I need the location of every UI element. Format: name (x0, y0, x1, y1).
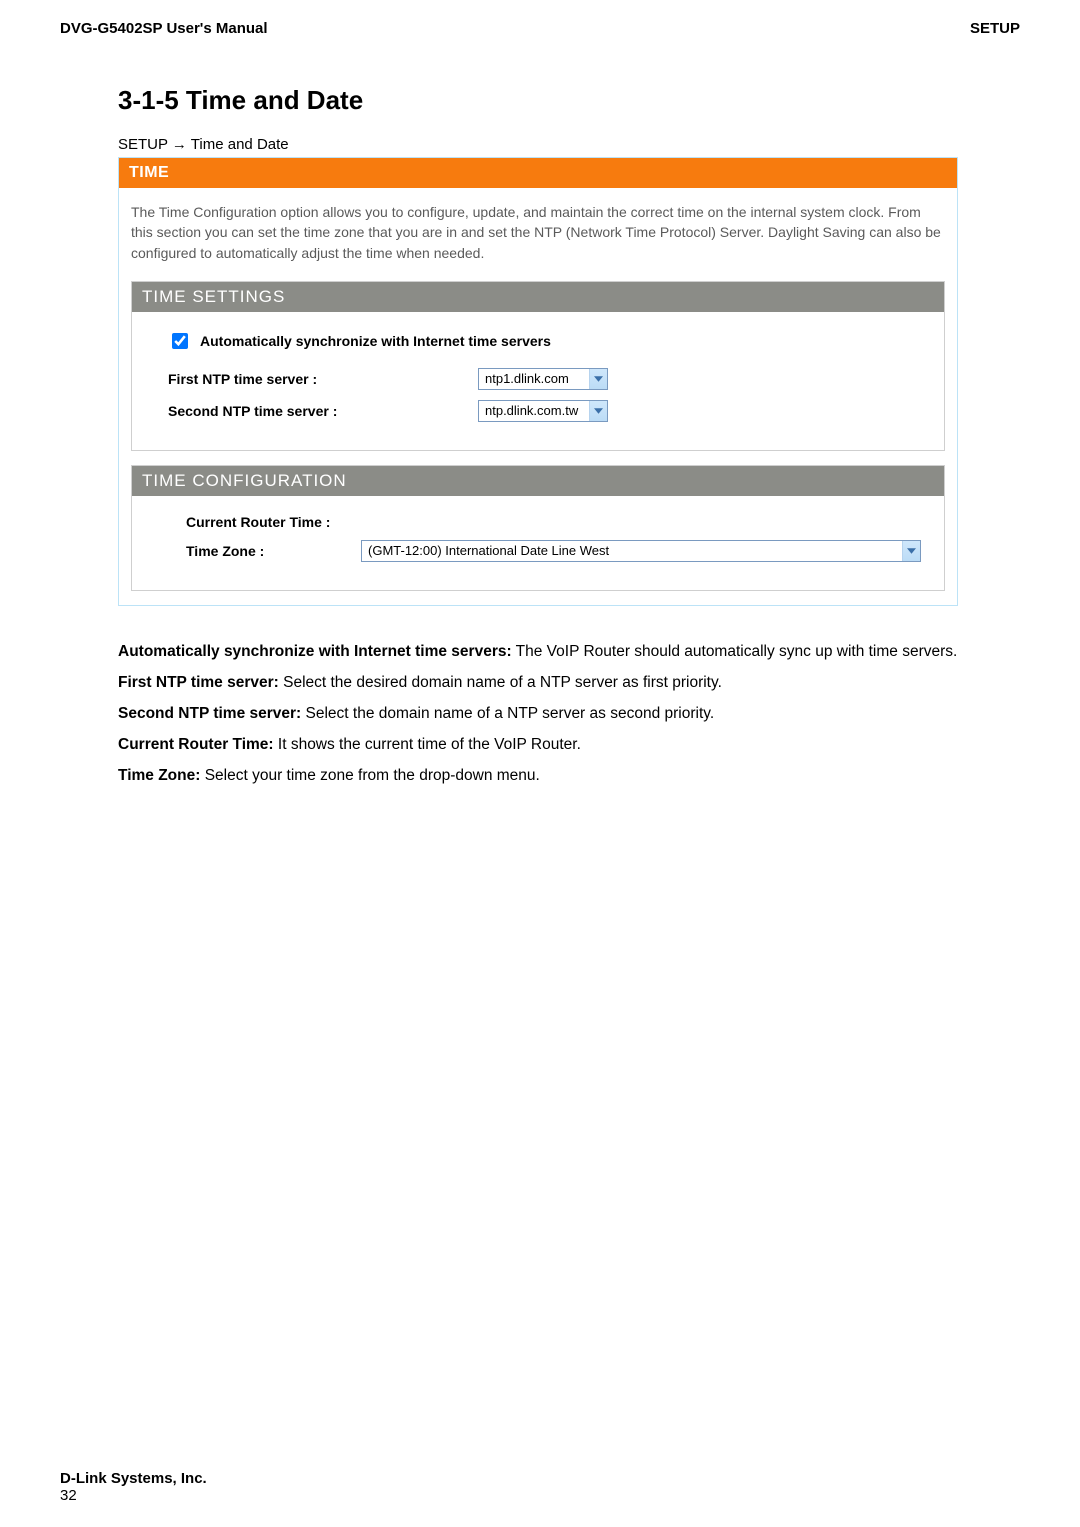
section-label: SETUP (970, 20, 1020, 37)
section-heading: 3-1-5 Time and Date (118, 85, 1020, 116)
first-ntp-label: First NTP time server : (168, 371, 478, 387)
footer-page-number: 32 (60, 1487, 207, 1504)
chevron-down-icon (589, 369, 607, 389)
time-config-title: TIME CONFIGURATION (132, 466, 944, 496)
time-configuration-subpanel: TIME CONFIGURATION Current Router Time :… (131, 465, 945, 591)
time-panel: TIME The Time Configuration option allow… (118, 157, 958, 606)
first-ntp-select[interactable]: ntp1.dlink.com (478, 368, 608, 390)
auto-sync-label: Automatically synchronize with Internet … (200, 333, 551, 349)
breadcrumb: SETUP → Time and Date (118, 136, 1020, 153)
manual-title: DVG-G5402SP User's Manual (60, 20, 268, 37)
first-ntp-value: ntp1.dlink.com (479, 369, 589, 389)
p4-rest: It shows the current time of the VoIP Ro… (274, 736, 581, 753)
p1-bold: Automatically synchronize with Internet … (118, 643, 512, 660)
panel-title: TIME (119, 158, 957, 188)
p2-rest: Select the desired domain name of a NTP … (279, 674, 722, 691)
time-zone-value: (GMT-12:00) International Date Line West (362, 541, 902, 561)
footer-company: D-Link Systems, Inc. (60, 1470, 207, 1487)
chevron-down-icon (589, 401, 607, 421)
auto-sync-checkbox[interactable] (172, 333, 188, 349)
panel-description: The Time Configuration option allows you… (119, 188, 957, 281)
p3-bold: Second NTP time server: (118, 705, 301, 722)
current-router-time-label: Current Router Time : (186, 514, 330, 530)
p5-rest: Select your time zone from the drop-down… (200, 767, 539, 784)
p4-bold: Current Router Time: (118, 736, 274, 753)
time-settings-title: TIME SETTINGS (132, 282, 944, 312)
second-ntp-label: Second NTP time server : (168, 403, 478, 419)
chevron-down-icon (902, 541, 920, 561)
p2-bold: First NTP time server: (118, 674, 279, 691)
time-settings-subpanel: TIME SETTINGS Automatically synchronize … (131, 281, 945, 451)
body-text: Automatically synchronize with Internet … (118, 642, 1018, 787)
p3-rest: Select the domain name of a NTP server a… (301, 705, 714, 722)
second-ntp-value: ntp.dlink.com.tw (479, 401, 589, 421)
page-header: DVG-G5402SP User's Manual SETUP (60, 20, 1020, 45)
time-zone-label: Time Zone : (186, 543, 361, 559)
p1-rest: The VoIP Router should automatically syn… (512, 643, 958, 660)
second-ntp-select[interactable]: ntp.dlink.com.tw (478, 400, 608, 422)
page-footer: D-Link Systems, Inc. 32 (60, 1470, 207, 1504)
time-zone-select[interactable]: (GMT-12:00) International Date Line West (361, 540, 921, 562)
p5-bold: Time Zone: (118, 767, 200, 784)
